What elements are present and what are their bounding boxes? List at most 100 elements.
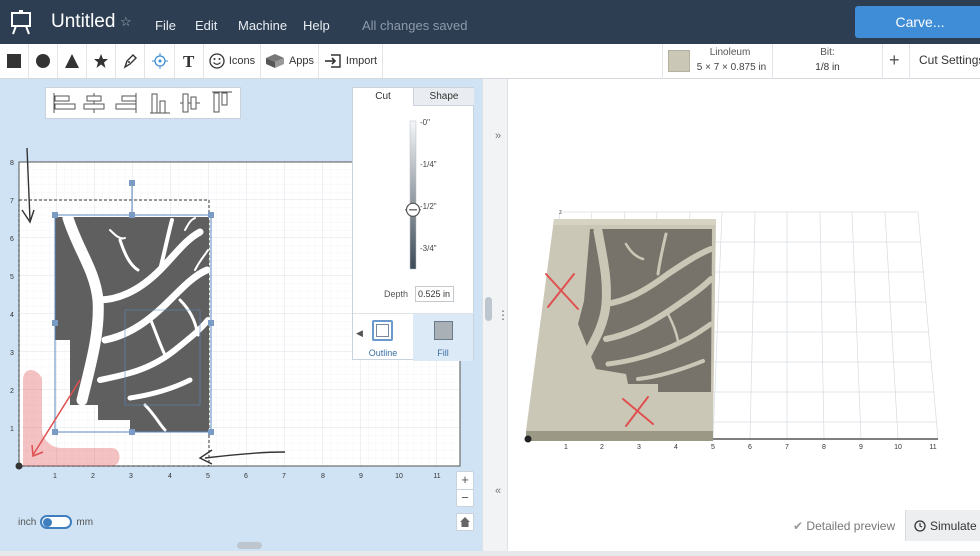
triangle-icon	[65, 54, 79, 68]
clock-icon	[914, 519, 926, 532]
y-tick-label: 4	[10, 312, 14, 319]
simulate-label: Simulate	[930, 518, 977, 533]
preview-x-tick: 5	[711, 444, 715, 451]
preview-x-tick: 1	[564, 444, 568, 451]
tab-shape[interactable]: Shape	[414, 88, 474, 106]
cut-mode-selector: ◀ Outline Fill	[353, 313, 473, 361]
x-tick-label: 10	[395, 473, 403, 480]
icons-tool[interactable]: Icons	[204, 44, 261, 78]
cut-settings-button[interactable]: Cut Settings	[919, 53, 980, 67]
cut-settings-panel: Cut Shape -0" -1/4" -1/2" -3/4" Depth 0.…	[352, 87, 474, 361]
depth-tick-1-4: -1/4"	[420, 160, 437, 169]
horizontal-scroll-handle[interactable]	[237, 542, 262, 549]
caret-left-icon[interactable]: ◀	[356, 328, 363, 339]
depth-slider[interactable]: -0" -1/4" -1/2" -3/4"	[353, 108, 473, 280]
zoom-out-button[interactable]: −	[456, 489, 474, 507]
square-tool[interactable]	[0, 44, 29, 78]
depth-tick-1-2: -1/2"	[420, 202, 437, 211]
preview-x-tick: 11	[929, 444, 936, 451]
easel-logo-icon	[11, 10, 31, 35]
depth-input[interactable]	[415, 286, 454, 302]
x-tick-label: 3	[129, 473, 133, 480]
x-tick-label: 5	[206, 473, 210, 480]
x-tick-label: 6	[244, 473, 248, 480]
y-tick-label: 3	[10, 350, 14, 357]
align-left-icon[interactable]	[53, 93, 76, 113]
expand-left-icon[interactable]: «	[495, 485, 501, 497]
bit-size[interactable]: 1/8 in	[800, 62, 855, 73]
menu-file[interactable]: File	[155, 18, 176, 33]
x-tick-label: 8	[321, 473, 325, 480]
target-tool[interactable]	[145, 44, 175, 78]
3d-preview[interactable]: z 1 2 3 4 5 6 7 8 9 10 11	[508, 79, 980, 551]
fill-label: Fill	[437, 348, 449, 358]
carve-button[interactable]: Carve...	[855, 6, 980, 38]
y-tick-label: 7	[10, 198, 14, 205]
favorite-star-icon[interactable]: ☆	[120, 14, 132, 30]
simulate-button[interactable]: Simulate	[905, 510, 980, 541]
preview-x-tick: 4	[674, 444, 678, 451]
x-tick-label: 9	[359, 473, 363, 480]
zoom-in-button[interactable]: +	[456, 471, 474, 489]
origin-marker	[15, 462, 23, 470]
x-tick-label: 4	[168, 473, 172, 480]
menu-edit[interactable]: Edit	[195, 18, 217, 33]
apps-label: Apps	[288, 55, 315, 67]
unit-toggle: inch mm	[18, 515, 93, 529]
detailed-preview-label: Detailed preview	[806, 519, 896, 533]
outline-mode-button[interactable]: Outline	[363, 314, 403, 361]
align-center-v-icon[interactable]	[180, 93, 200, 113]
import-tool[interactable]: Import	[319, 44, 383, 78]
circle-tool[interactable]	[29, 44, 58, 78]
x-tick-label: 1	[53, 473, 57, 480]
preview-x-tick: 2	[600, 444, 604, 451]
preview-x-tick: 8	[822, 444, 826, 451]
align-right-icon[interactable]	[115, 93, 137, 113]
preview-x-tick: 9	[859, 444, 863, 451]
detailed-preview-button[interactable]: ✔ Detailed preview	[793, 519, 895, 533]
inch-label: inch	[18, 516, 37, 528]
y-tick-label: 2	[10, 388, 14, 395]
circle-icon	[36, 54, 50, 68]
svg-text:T: T	[183, 53, 195, 69]
outline-icon	[372, 320, 393, 341]
divider-resize-handle[interactable]	[485, 297, 492, 321]
fill-mode-button[interactable]: Fill	[413, 314, 473, 361]
menu-machine[interactable]: Machine	[238, 18, 287, 33]
bit-label: Bit:	[820, 47, 835, 58]
tab-cut[interactable]: Cut	[353, 88, 414, 106]
depth-tick-0: -0"	[420, 118, 430, 127]
text-icon: T	[183, 53, 195, 69]
material-swatch[interactable]	[668, 50, 690, 72]
project-title[interactable]: Untitled	[51, 11, 115, 33]
apps-cube-icon	[265, 54, 284, 68]
align-center-h-icon[interactable]	[83, 93, 105, 113]
unit-switch[interactable]	[40, 515, 73, 529]
align-top-icon[interactable]	[212, 91, 232, 113]
menu-help[interactable]: Help	[303, 18, 330, 33]
star-tool[interactable]	[87, 44, 116, 78]
home-button[interactable]	[456, 513, 474, 531]
add-setting-button[interactable]: +	[889, 50, 900, 71]
preview-x-tick: 3	[637, 444, 641, 451]
preview-x-tick: 10	[894, 444, 902, 451]
pen-icon	[123, 54, 137, 69]
x-tick-label: 2	[91, 473, 95, 480]
alignment-toolbar	[45, 87, 241, 119]
material-dimensions[interactable]: 5 × 7 × 0.875 in	[694, 62, 769, 73]
crosshair-icon	[151, 53, 168, 69]
triangle-tool[interactable]	[58, 44, 87, 78]
save-status: All changes saved	[362, 18, 468, 33]
pen-tool[interactable]	[116, 44, 145, 78]
material-name[interactable]: Linoleum	[690, 47, 770, 58]
tree-artwork[interactable]	[55, 212, 211, 432]
depth-tick-3-4: -3/4"	[420, 244, 437, 253]
apps-tool[interactable]: Apps	[261, 44, 319, 78]
text-tool[interactable]: T	[175, 44, 204, 78]
mm-label: mm	[76, 516, 94, 528]
expand-right-icon[interactable]: »	[495, 130, 501, 142]
y-tick-label: 1	[10, 426, 14, 433]
align-bottom-icon[interactable]	[150, 93, 170, 114]
toolbar-divider	[882, 44, 883, 79]
x-tick-label: 11	[433, 473, 440, 480]
